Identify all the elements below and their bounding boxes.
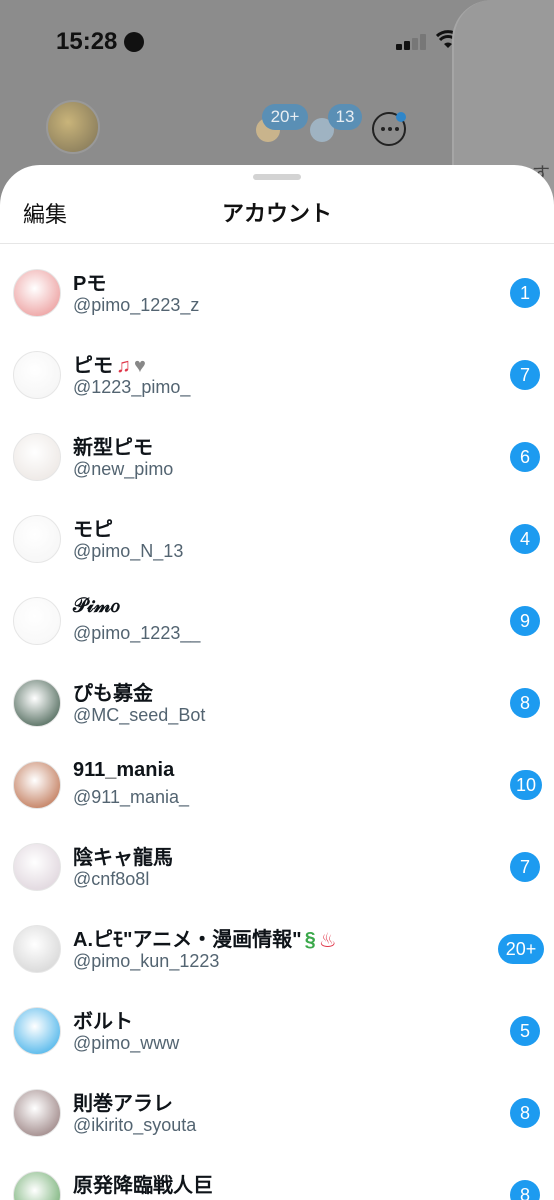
account-name-text: ボルト xyxy=(73,1011,133,1033)
notification-badge: 7 xyxy=(510,852,540,882)
account-name: A.ピﾓ"アニメ・漫画情報" § ♨ xyxy=(73,923,337,953)
account-row[interactable]: 陰キャ龍馬 @cnf8o8l 7 xyxy=(0,823,554,905)
account-name-text: A.ピﾓ"アニメ・漫画情報" xyxy=(73,929,302,951)
account-avatar xyxy=(13,1171,61,1200)
cellular-signal-icon xyxy=(396,34,426,50)
account-avatar xyxy=(13,351,61,399)
account-avatar xyxy=(13,1089,61,1137)
account-list: Pモ @pimo_1223_z 1 ピモ ♫ ♥ @1223_pimo_ 7 新型ピモ @new_… xyxy=(0,249,554,1200)
account-row[interactable]: 新型ピモ @new_pimo 6 xyxy=(0,413,554,495)
account-name-text: モピ xyxy=(73,519,113,541)
account-row[interactable]: ボルト @pimo_www 5 xyxy=(0,987,554,1069)
notification-badge: 7 xyxy=(510,360,540,390)
gray-heart-emoji: ♥ xyxy=(134,355,146,378)
account-handle: @pimo_1223_z xyxy=(73,295,200,315)
account-row[interactable]: Pモ @pimo_1223_z 1 xyxy=(0,249,554,331)
account-avatar xyxy=(13,433,61,481)
account-name-text: 新型ピモ xyxy=(73,437,153,459)
account-avatar xyxy=(13,515,61,563)
account-handle: @new_pimo xyxy=(73,459,174,479)
unread-dot xyxy=(396,112,406,122)
account-row[interactable]: ピモ ♫ ♥ @1223_pimo_ 7 xyxy=(0,331,554,413)
profile-avatar[interactable] xyxy=(46,100,100,154)
account-row[interactable]: 原発降臨戦人巨 8 xyxy=(0,1151,554,1200)
account-handle: @cnf8o8l xyxy=(73,869,150,889)
account-name: モピ xyxy=(73,513,113,542)
account-avatar xyxy=(13,925,61,973)
account-name: 則巻アラレ xyxy=(73,1087,173,1116)
notification-badge: 8 xyxy=(510,1098,540,1128)
account-name-text: 陰キャ龍馬 xyxy=(73,847,173,869)
notification-pill[interactable]: 20+ xyxy=(262,104,308,130)
account-avatar xyxy=(13,1007,61,1055)
account-sheet: 編集 アカウント Pモ @pimo_1223_z 1 ピモ ♫ ♥ @1223_pimo_ 7… xyxy=(0,165,554,1200)
fire-face-emoji: ♨ xyxy=(318,930,337,953)
notification-badge: 6 xyxy=(510,442,540,472)
account-name: ボルト xyxy=(73,1005,133,1034)
account-avatar xyxy=(13,597,61,645)
account-avatar xyxy=(13,843,61,891)
account-name-text: ぴも募金 xyxy=(73,683,153,705)
account-name: 911_mania xyxy=(73,759,174,782)
account-name: 新型ピモ xyxy=(73,431,153,460)
account-name-text: 原発降臨戦人巨 xyxy=(73,1175,213,1197)
account-avatar xyxy=(13,761,61,809)
account-avatar xyxy=(13,269,61,317)
account-name-text: 則巻アラレ xyxy=(73,1093,173,1115)
notification-badge: 5 xyxy=(510,1016,540,1046)
notification-badge: 1 xyxy=(510,278,540,308)
mask-emoji: ♫ xyxy=(116,355,131,378)
globe-icon xyxy=(124,32,144,52)
account-row[interactable]: ぴも募金 @MC_seed_Bot 8 xyxy=(0,659,554,741)
account-handle: @pimo_N_13 xyxy=(73,541,184,561)
sheet-title: アカウント xyxy=(221,201,332,226)
account-handle: @ikirito_syouta xyxy=(73,1115,197,1135)
account-name: ぴも募金 xyxy=(73,677,153,706)
notification-badge: 4 xyxy=(510,524,540,554)
account-name-text: Pモ xyxy=(73,273,107,295)
notification-badge: 8 xyxy=(510,1180,540,1200)
sheet-grabber[interactable] xyxy=(253,174,301,180)
account-handle: @1223_pimo_ xyxy=(73,377,191,397)
dragon-emoji: § xyxy=(304,929,316,952)
account-name: Pモ xyxy=(73,267,106,296)
account-handle: @pimo_www xyxy=(73,1033,180,1053)
account-row[interactable]: A.ピﾓ"アニメ・漫画情報" § ♨ @pimo_kun_1223 20+ xyxy=(0,905,554,987)
account-row[interactable]: モピ @pimo_N_13 4 xyxy=(0,495,554,577)
account-name: 原発降臨戦人巨 xyxy=(73,1169,213,1198)
notification-badge: 8 xyxy=(510,688,540,718)
notification-badge: 9 xyxy=(510,606,540,636)
account-name: ピモ ♫ ♥ xyxy=(73,349,146,378)
account-handle: @pimo_1223__ xyxy=(73,623,201,643)
account-row[interactable]: 則巻アラレ @ikirito_syouta 8 xyxy=(0,1069,554,1151)
account-row[interactable]: 911_mania @911_mania_ 10 xyxy=(0,741,554,823)
divider xyxy=(0,243,554,244)
notification-badge: 20+ xyxy=(498,934,544,964)
clock: 15:28 xyxy=(56,28,118,55)
account-row[interactable]: 𝒫𝒾𝓂𝑜 @pimo_1223__ 9 xyxy=(0,577,554,659)
account-name-text: ピモ xyxy=(73,355,113,377)
account-handle: @911_mania_ xyxy=(73,787,190,807)
account-name: 𝒫𝒾𝓂𝑜 xyxy=(73,595,120,618)
account-name-text: 911_mania xyxy=(73,759,175,781)
account-name-text: 𝒫𝒾𝓂𝑜 xyxy=(73,595,120,617)
notification-pill[interactable]: 13 xyxy=(328,104,362,130)
notification-badge: 10 xyxy=(510,770,543,800)
account-handle: @pimo_kun_1223 xyxy=(73,951,220,971)
account-handle: @MC_seed_Bot xyxy=(73,705,206,725)
account-name: 陰キャ龍馬 xyxy=(73,841,173,870)
account-avatar xyxy=(13,679,61,727)
